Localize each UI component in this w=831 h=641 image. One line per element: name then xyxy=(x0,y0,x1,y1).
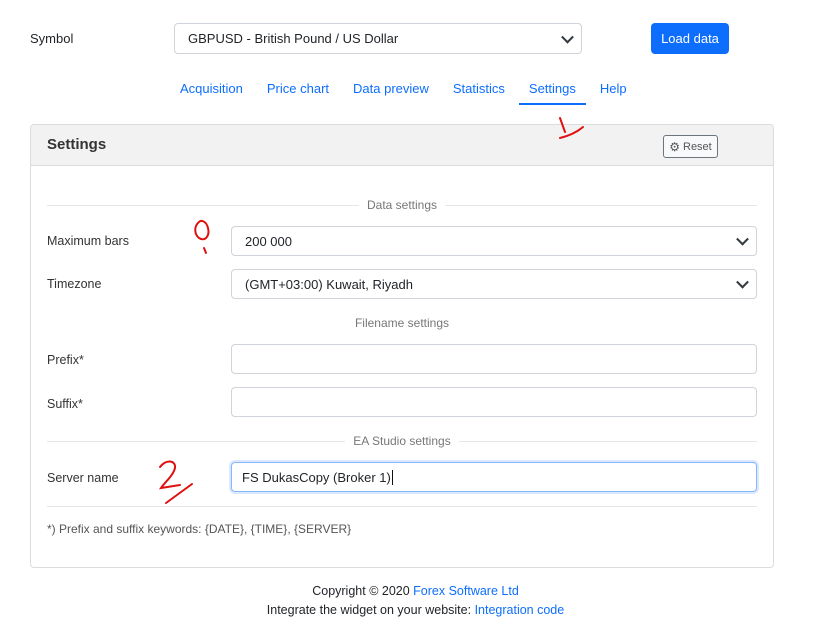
keywords-note: *) Prefix and suffix keywords: {DATE}, {… xyxy=(47,522,352,536)
tab-statistics[interactable]: Statistics xyxy=(441,80,517,102)
max-bars-select[interactable]: 200 000 xyxy=(231,226,757,256)
company-link[interactable]: Forex Software Ltd xyxy=(413,584,519,598)
tab-data-preview[interactable]: Data preview xyxy=(341,80,441,102)
symbol-select[interactable]: GBPUSD - British Pound / US Dollar xyxy=(174,23,582,54)
chevron-down-icon xyxy=(736,275,749,289)
tab-acquisition[interactable]: Acquisition xyxy=(168,80,255,102)
tab-settings[interactable]: Settings xyxy=(517,80,588,105)
suffix-label: Suffix* xyxy=(47,397,83,411)
suffix-input[interactable] xyxy=(231,387,757,417)
prefix-label: Prefix* xyxy=(47,353,84,367)
prefix-input[interactable] xyxy=(231,344,757,374)
filename-settings-heading: Filename settings xyxy=(47,316,757,330)
integrate-text: Integrate the widget on your website: xyxy=(266,603,472,617)
footer-integration: Integrate the widget on your website: In… xyxy=(0,603,831,617)
footer-copyright: Copyright © 2020 Forex Software Ltd xyxy=(0,584,831,598)
symbol-select-value: GBPUSD - British Pound / US Dollar xyxy=(188,31,399,46)
tab-bar: Acquisition Price chart Data preview Sta… xyxy=(168,80,639,105)
integration-code-link[interactable]: Integration code xyxy=(475,603,565,617)
tab-help[interactable]: Help xyxy=(588,80,639,102)
max-bars-value: 200 000 xyxy=(245,233,292,249)
settings-title: Settings xyxy=(47,136,107,153)
timezone-select[interactable]: (GMT+03:00) Kuwait, Riyadh xyxy=(231,269,757,299)
chevron-down-icon xyxy=(736,232,749,246)
section-divider xyxy=(47,506,757,507)
tab-price-chart[interactable]: Price chart xyxy=(255,80,341,102)
symbol-label: Symbol xyxy=(30,31,74,46)
max-bars-label: Maximum bars xyxy=(47,234,129,248)
filename-settings-heading-text: Filename settings xyxy=(354,316,450,330)
settings-card: Settings ⚙ Reset Data settings Maximum b… xyxy=(30,124,774,568)
server-name-value: FS DukasCopy (Broker 1) xyxy=(242,469,391,485)
server-name-input[interactable]: FS DukasCopy (Broker 1) xyxy=(231,462,757,492)
server-name-label: Server name xyxy=(47,471,119,485)
reset-button[interactable]: ⚙ Reset xyxy=(663,135,718,158)
load-data-button[interactable]: Load data xyxy=(651,23,729,54)
text-caret xyxy=(391,469,393,485)
copyright-text: Copyright © 2020 xyxy=(312,584,410,598)
timezone-value: (GMT+03:00) Kuwait, Riyadh xyxy=(245,276,413,292)
timezone-label: Timezone xyxy=(47,277,102,291)
ea-studio-settings-heading: EA Studio settings xyxy=(47,434,757,448)
chevron-down-icon xyxy=(561,30,574,44)
gear-icon: ⚙ xyxy=(669,139,680,154)
reset-button-label: Reset xyxy=(683,140,712,153)
data-settings-heading: Data settings xyxy=(47,198,758,212)
ea-studio-settings-heading-text: EA Studio settings xyxy=(353,434,451,448)
data-settings-heading-text: Data settings xyxy=(366,198,438,212)
settings-card-header: Settings ⚙ Reset xyxy=(31,125,773,166)
